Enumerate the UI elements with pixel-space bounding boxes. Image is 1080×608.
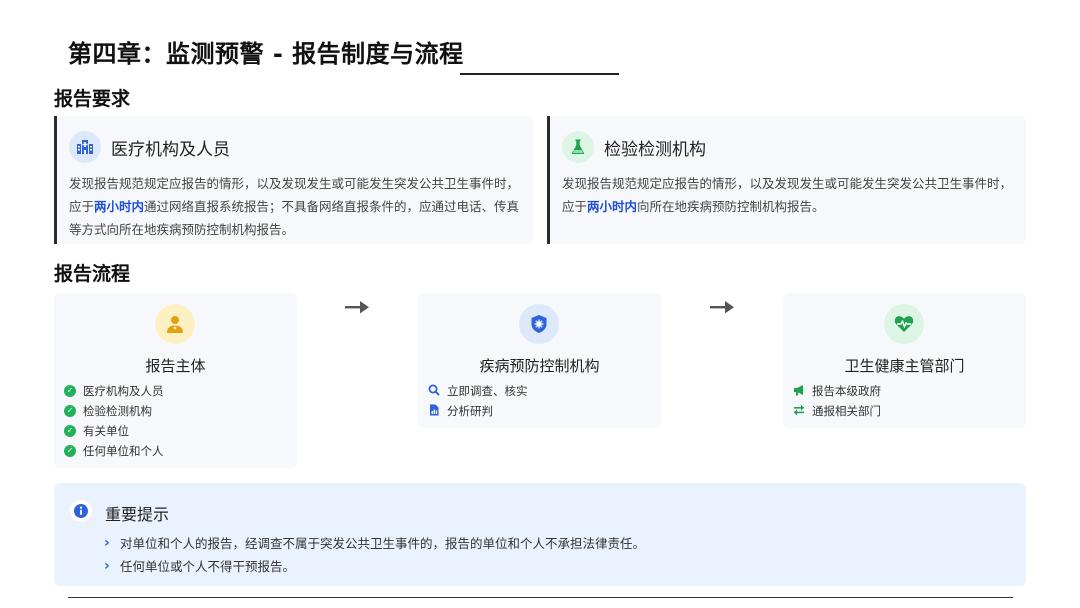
list-item: 报告本级政府 <box>793 381 881 401</box>
flow-step-list: 立即调查、核实 分析研判 <box>428 381 528 421</box>
list-item: ✓ 医疗机构及人员 <box>64 381 164 401</box>
document-chart-icon <box>428 404 440 419</box>
search-icon <box>428 384 440 399</box>
check-circle-icon: ✓ <box>64 405 76 417</box>
requirement-text: 发现报告规范规定应报告的情形，以及发现发生或可能发生突发公共卫生事件时，应于两小… <box>69 176 520 237</box>
time-limit-highlight: 两小时内 <box>587 199 638 214</box>
list-item: › 对单位和个人的报告，经调查不属于突发公共卫生事件的，报告的单位和个人不承担法律… <box>104 534 646 552</box>
list-item: 分析研判 <box>428 401 528 421</box>
requirement-text: 发现报告规范规定应报告的情形，以及发现发生或可能发生突发公共卫生事件时，应于两小… <box>562 176 1013 214</box>
flow-step-list: 报告本级政府 通报相关部门 <box>793 381 881 421</box>
doctor-icon <box>155 304 195 344</box>
list-item: › 任何单位或个人不得干预报告。 <box>104 557 296 575</box>
notice-title: 重要提示 <box>105 505 170 524</box>
list-item: ✓ 检验检测机构 <box>64 401 164 421</box>
flask-icon <box>562 131 594 163</box>
check-circle-icon: ✓ <box>64 385 76 397</box>
list-item: ✓ 任何单位和个人 <box>64 441 164 461</box>
shield-virus-icon <box>519 304 559 344</box>
megaphone-icon <box>793 384 805 399</box>
flow-arrow-right-icon <box>710 301 734 314</box>
flow-step-reporter: 报告主体 ✓ 医疗机构及人员 ✓ 检验检测机构 ✓ 有关单位 ✓ 任何单位和个人 <box>54 293 297 468</box>
notice-list: › 对单位和个人的报告，经调查不属于突发公共卫生事件的，报告的单位和个人不承担法律… <box>104 531 645 577</box>
list-item: 立即调查、核实 <box>428 381 528 401</box>
section-heading-requirements: 报告要求 <box>54 88 131 110</box>
exchange-icon <box>793 404 805 419</box>
flow-step-health-dept: 卫生健康主管部门 报告本级政府 通报相关部门 <box>783 293 1026 428</box>
requirement-card-lab: 检验检测机构 发现报告规范规定应报告的情形，以及发现发生或可能发生突发公共卫生事… <box>547 116 1026 244</box>
check-circle-icon: ✓ <box>64 425 76 437</box>
requirement-title: 医疗机构及人员 <box>111 139 230 160</box>
important-notice: 重要提示 › 对单位和个人的报告，经调查不属于突发公共卫生事件的，报告的单位和个人… <box>54 483 1026 586</box>
info-icon <box>70 500 92 522</box>
requirement-title: 检验检测机构 <box>604 139 706 160</box>
flow-step-title: 卫生健康主管部门 <box>844 357 965 375</box>
flow-step-title: 报告主体 <box>145 357 206 375</box>
heart-pulse-icon <box>884 304 924 344</box>
flow-arrow-right-icon <box>345 301 369 314</box>
requirement-card-medical: 医疗机构及人员 发现报告规范规定应报告的情形，以及发现发生或可能发生突发公共卫生… <box>54 116 533 244</box>
flow-step-cdc: 疾病预防控制机构 立即调查、核实 分析研判 <box>418 293 661 428</box>
title-underline <box>460 73 619 75</box>
flow-step-list: ✓ 医疗机构及人员 ✓ 检验检测机构 ✓ 有关单位 ✓ 任何单位和个人 <box>64 381 164 461</box>
bottom-divider <box>68 597 1013 598</box>
chevron-right-icon: › <box>104 534 110 551</box>
flow-step-title: 疾病预防控制机构 <box>479 357 600 375</box>
list-item: 通报相关部门 <box>793 401 881 421</box>
chevron-right-icon: › <box>104 557 110 574</box>
check-circle-icon: ✓ <box>64 445 76 457</box>
time-limit-highlight: 两小时内 <box>94 199 145 214</box>
hospital-building-icon <box>69 131 101 163</box>
section-heading-flow: 报告流程 <box>54 263 131 285</box>
list-item: ✓ 有关单位 <box>64 421 164 441</box>
page-title: 第四章：监测预警 - 报告制度与流程 <box>68 40 464 68</box>
